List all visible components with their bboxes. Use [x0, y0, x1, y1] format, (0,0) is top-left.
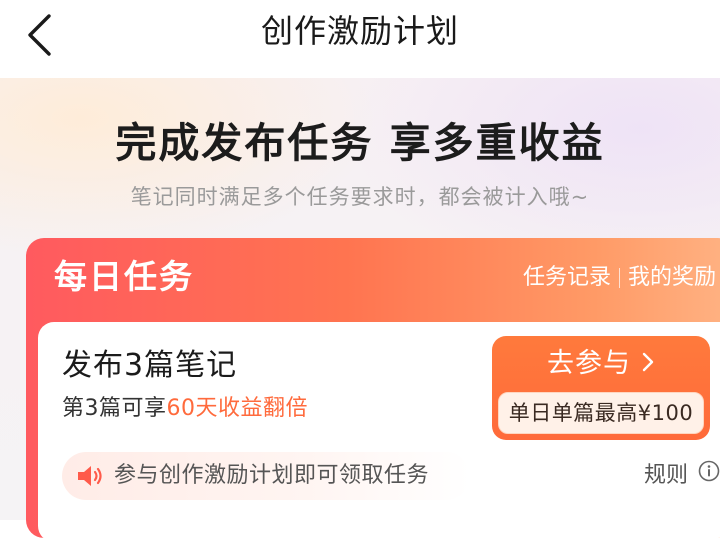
chevron-right-icon [641, 345, 655, 385]
hero-section: 完成发布任务 享多重收益 笔记同时满足多个任务要求时，都会被计入哦~ 每日任务 … [0, 78, 720, 538]
reward-badge: 单日单篇最高¥100 [498, 392, 704, 434]
card-links: 任务记录 我的奖励 [523, 262, 716, 294]
speaker-icon [78, 466, 102, 486]
notice-text: 参与创作激励计划即可领取任务 [114, 463, 430, 488]
task-name: 发布3篇笔记 [62, 348, 238, 383]
join-label: 去参与 [547, 348, 631, 379]
my-rewards-link[interactable]: 我的奖励 [628, 262, 716, 294]
notice-bar: 参与创作激励计划即可领取任务 [62, 452, 470, 500]
join-label-row: 去参与 [492, 344, 710, 385]
hero-subtitle: 笔记同时满足多个任务要求时，都会被计入哦~ [130, 185, 590, 209]
link-divider [618, 268, 620, 288]
task-desc-highlight: 60天收益翻倍 [166, 396, 308, 421]
task-records-link[interactable]: 任务记录 [523, 262, 611, 294]
task-item: 发布3篇笔记 第3篇可享60天收益翻倍 去参与 单日单篇最高¥100 参与创作激… [38, 322, 720, 538]
top-navbar: 创作激励计划 [0, 0, 720, 78]
info-icon [698, 460, 720, 492]
daily-tasks-title: 每日任务 [54, 257, 194, 296]
task-desc-prefix: 第3篇可享 [62, 396, 167, 421]
join-button[interactable]: 去参与 单日单篇最高¥100 [492, 336, 710, 440]
hero-title: 完成发布任务 享多重收益 [115, 119, 605, 167]
rules-label: 规则 [644, 463, 689, 488]
task-description: 第3篇可享60天收益翻倍 [62, 394, 308, 424]
daily-tasks-card: 每日任务 任务记录 我的奖励 发布3篇笔记 第3篇可享60天收益翻倍 去参与 单… [26, 238, 720, 538]
rules-link[interactable]: 规则 [644, 460, 720, 492]
page-title: 创作激励计划 [260, 12, 459, 50]
